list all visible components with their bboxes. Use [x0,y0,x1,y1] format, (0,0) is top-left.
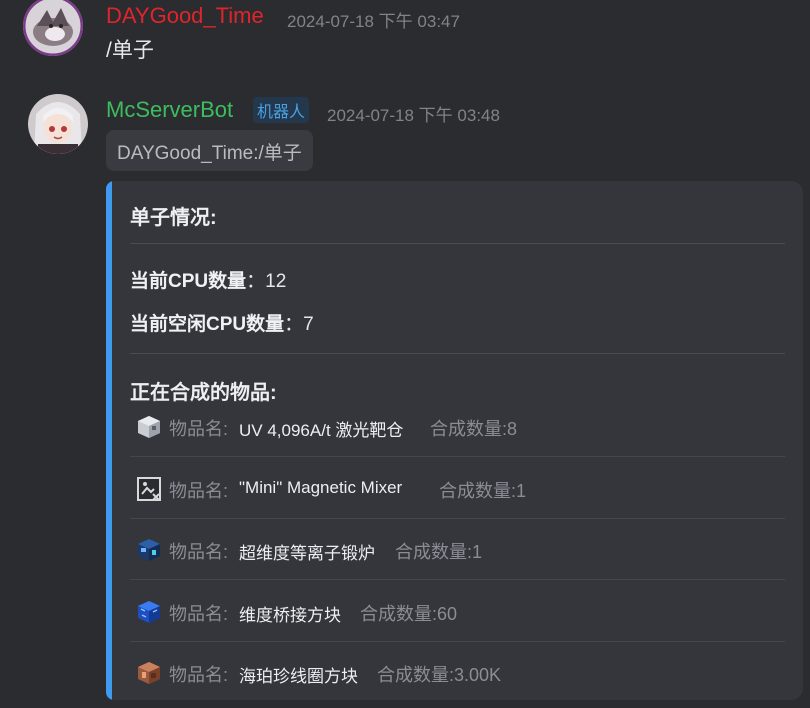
dimensional-bridge-block-icon [138,601,160,623]
amber-coil-block-icon [138,662,160,684]
item-name-label: 物品名: [169,604,229,624]
crafting-item: 物品名: "Mini" Magnetic Mixer 合成数量:1 [130,458,785,519]
cpu-idle-stat: 当前空闲CPU数量：7 [130,309,314,336]
bot-badge: 机器人 [253,97,310,123]
item-name: 超维度等离子锻炉 [239,544,375,563]
missing-texture-icon [137,477,161,501]
bot-avatar-mcserverbot[interactable] [28,94,88,154]
item-name-label: 物品名: [169,419,229,439]
cpu-idle-label: 当前空闲CPU数量 [130,314,285,335]
crafting-item: 物品名: 维度桥接方块 合成数量:60 [130,581,785,642]
cpu-total-label: 当前CPU数量 [130,271,247,292]
quoted-message[interactable]: DAYGood_Time:/单子 [106,130,313,171]
message-1: DAYGood_Time 2024-07-18 下午 03:47 /单子 [0,0,810,90]
item-name: UV 4,096A/t 激光靶仓 [239,421,404,440]
item-count: 合成数量:3.00K [377,665,502,685]
item-name-label: 物品名: [169,665,229,685]
status-card: 单子情况: 当前CPU数量：12 当前空闲CPU数量：7 正在合成的物品: 物品… [106,181,803,700]
cpu-total-stat: 当前CPU数量：12 [130,266,286,293]
author-name[interactable]: DAYGood_Time [106,3,264,29]
item-count: 合成数量:60 [360,604,458,624]
crafting-item: 物品名: UV 4,096A/t 激光靶仓 合成数量:8 [130,396,785,457]
item-count: 合成数量:1 [439,481,527,501]
item-name-label: 物品名: [169,481,229,501]
message-text: /单子 [106,39,154,62]
cpu-total-value: ：12 [246,271,287,292]
item-count: 合成数量:8 [430,419,518,439]
item-count: 合成数量:1 [395,542,483,562]
item-name: 海珀珍线圈方块 [239,667,358,686]
user-avatar-daygood[interactable] [23,0,83,56]
crafting-item: 物品名: 海珀珍线圈方块 合成数量:3.00K [130,642,785,700]
divider [130,456,785,457]
cpu-idle-value: ：7 [284,314,314,335]
card-title: 单子情况: [130,207,217,229]
dimensional-plasma-forge-icon [138,539,160,561]
card-accent-bar [106,181,112,700]
divider [130,579,785,580]
timestamp: 2024-07-18 下午 03:48 [327,106,500,125]
timestamp: 2024-07-18 下午 03:47 [287,12,460,31]
crafting-item: 物品名: 超维度等离子锻炉 合成数量:1 [130,519,785,580]
divider [130,243,785,244]
author-name[interactable]: McServerBot [106,97,233,123]
divider [130,353,785,354]
item-name: "Mini" Magnetic Mixer [239,478,403,497]
item-name-label: 物品名: [169,542,229,562]
laser-target-hatch-icon [138,416,160,438]
item-name: 维度桥接方块 [239,606,341,625]
